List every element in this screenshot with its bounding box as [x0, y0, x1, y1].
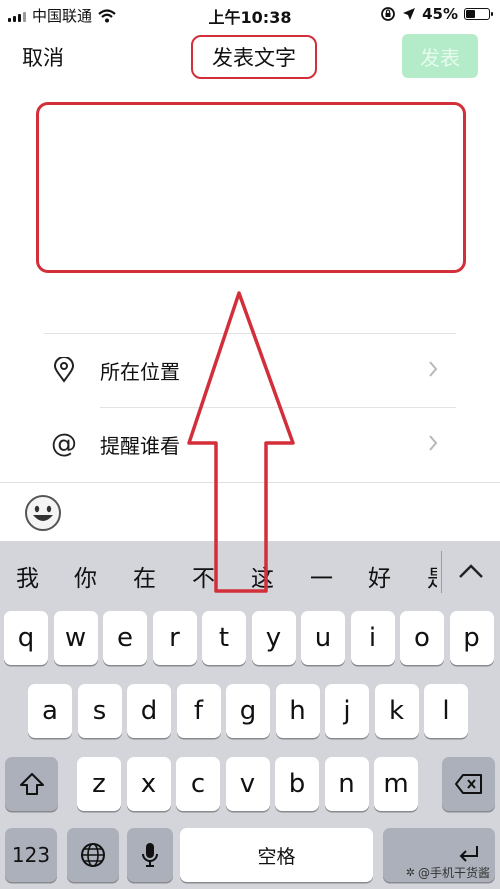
candidate[interactable]: 是 [427, 559, 437, 593]
key-t[interactable]: t [202, 611, 246, 665]
key-w[interactable]: w [53, 611, 98, 665]
key-k[interactable]: k [374, 684, 419, 738]
shift-icon [19, 773, 44, 795]
keyboard: 我 你 在 不 这 一 好 是 qwertyuiop asdfghjkl zxcvb… [0, 541, 500, 889]
shift-key[interactable] [5, 757, 58, 811]
at-icon: @ [51, 429, 77, 459]
chevron-right-icon [429, 361, 438, 377]
numbers-key[interactable]: 123 [5, 828, 57, 882]
key-i[interactable]: i [350, 611, 395, 665]
key-z[interactable]: z [77, 757, 121, 811]
title-highlight: 发表文字 [191, 35, 317, 79]
publish-button[interactable]: 发表 [402, 34, 478, 78]
chevron-up-icon[interactable] [458, 563, 484, 579]
divider [441, 551, 442, 593]
cancel-button[interactable]: 取消 [22, 42, 64, 72]
microphone-icon [142, 843, 158, 867]
key-m[interactable]: m [374, 757, 418, 811]
key-v[interactable]: v [225, 757, 270, 811]
status-right: 45% [380, 5, 493, 23]
key-h[interactable]: h [275, 684, 320, 738]
key-y[interactable]: y [251, 611, 296, 665]
key-f[interactable]: f [176, 684, 221, 738]
location-pin-icon [44, 350, 84, 390]
candidate[interactable]: 这 [251, 559, 274, 593]
delete-key[interactable] [442, 757, 495, 811]
key-g[interactable]: g [226, 684, 270, 738]
candidate[interactable]: 在 [133, 559, 156, 593]
key-d[interactable]: d [127, 684, 171, 738]
candidate-bar: 我 你 在 不 这 一 好 是 [0, 541, 500, 605]
globe-icon [81, 843, 105, 867]
key-u[interactable]: u [301, 611, 345, 665]
option-location-label: 所在位置 [100, 359, 180, 384]
candidate[interactable]: 我 [16, 559, 39, 593]
watermark-text: @手机干货酱 [417, 866, 490, 880]
emoji-icon[interactable] [24, 494, 62, 532]
emoji-toolbar [0, 482, 500, 542]
location-arrow-icon [403, 8, 416, 20]
key-p[interactable]: p [449, 611, 494, 665]
key-b[interactable]: b [275, 757, 319, 811]
nav-bar: 取消 发表文字 发表 [0, 30, 500, 82]
candidate[interactable]: 不 [192, 559, 215, 593]
watermark-logo-icon: ✲ [405, 866, 415, 879]
option-remind-label: 提醒谁看 [100, 433, 180, 458]
option-location[interactable]: 所在位置 [44, 334, 456, 406]
backspace-icon [454, 774, 482, 794]
watermark: ✲ @手机干货酱 [406, 864, 490, 881]
key-r[interactable]: r [152, 611, 197, 665]
key-j[interactable]: j [325, 684, 369, 738]
key-e[interactable]: e [103, 611, 147, 665]
candidate[interactable]: 一 [310, 559, 333, 593]
candidate[interactable]: 好 [368, 559, 391, 593]
option-remind[interactable]: @ 提醒谁看 [44, 408, 456, 480]
key-q[interactable]: q [4, 611, 48, 665]
post-text-input[interactable] [36, 102, 466, 273]
battery-icon [464, 8, 493, 20]
key-l[interactable]: l [424, 684, 468, 738]
space-key[interactable]: 空格 [180, 828, 373, 882]
chevron-right-icon [429, 435, 438, 451]
key-c[interactable]: c [176, 757, 220, 811]
key-x[interactable]: x [126, 757, 171, 811]
key-n[interactable]: n [324, 757, 369, 811]
key-o[interactable]: o [400, 611, 444, 665]
key-a[interactable]: a [28, 684, 72, 738]
globe-key[interactable] [67, 828, 119, 882]
page-title: 发表文字 [212, 46, 296, 70]
status-bar: 中国联通 上午10:38 45% [0, 0, 500, 28]
key-s[interactable]: s [77, 684, 122, 738]
candidate[interactable]: 你 [74, 559, 97, 593]
mic-key[interactable] [127, 828, 173, 882]
battery-percent: 45% [422, 5, 458, 23]
rotation-lock-icon [381, 7, 395, 21]
